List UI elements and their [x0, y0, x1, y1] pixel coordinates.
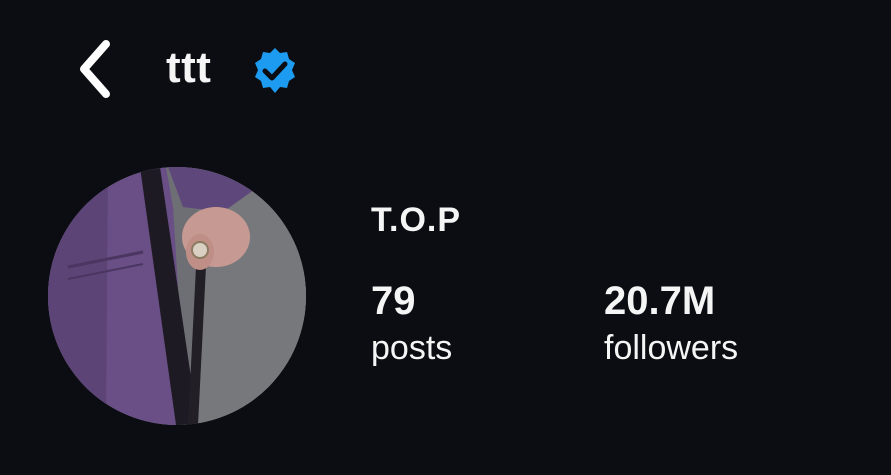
followers-label: followers	[604, 329, 739, 367]
verified-badge-icon	[255, 48, 295, 93]
followers-stat[interactable]: 20.7M followers	[604, 278, 738, 368]
profile-avatar[interactable]	[48, 167, 306, 425]
posts-stat[interactable]: 79 posts	[371, 278, 452, 368]
posts-count: 79	[371, 279, 416, 323]
posts-label: posts	[371, 329, 453, 367]
chevron-left-icon	[80, 40, 110, 98]
profile-screen: ttt T.O.P 79 posts 20.7M followers	[0, 0, 891, 475]
back-button[interactable]	[66, 36, 122, 102]
profile-display-name: T.O.P	[371, 201, 462, 239]
followers-count: 20.7M	[604, 279, 716, 323]
profile-username: ttt	[166, 43, 212, 92]
avatar-photo	[48, 167, 306, 425]
